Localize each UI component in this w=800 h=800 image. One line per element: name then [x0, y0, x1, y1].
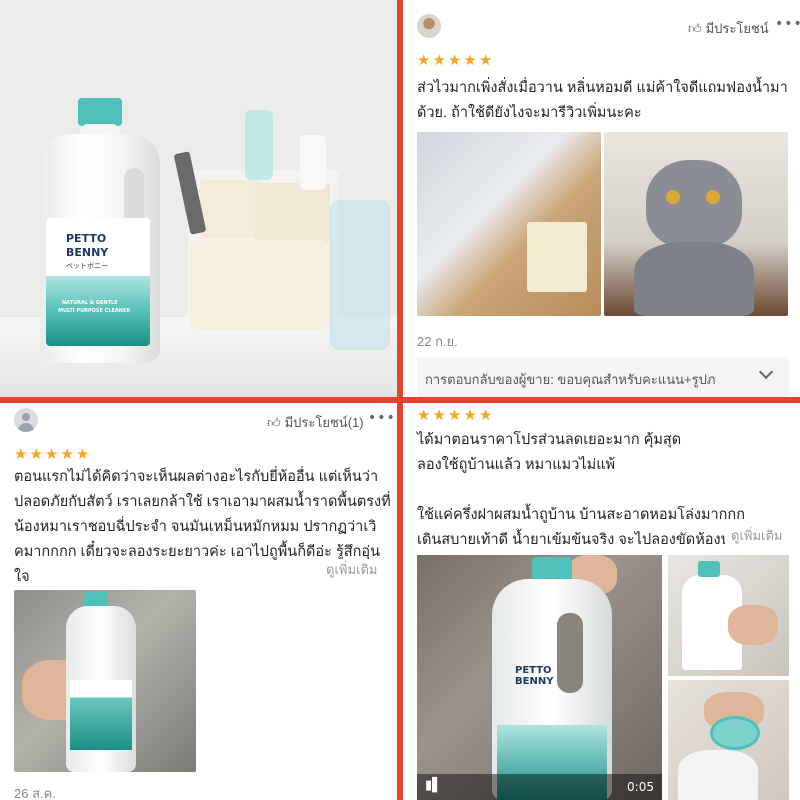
helpful-button[interactable]: 👍︎ มีประโยชน์(1): [267, 412, 364, 433]
star-icon: ★: [60, 445, 74, 463]
more-options-icon[interactable]: •••: [775, 16, 800, 32]
glass-bottle: [330, 200, 390, 350]
star-icon: ★: [417, 51, 431, 69]
star-icon: ★: [478, 406, 493, 424]
star-icon: ★: [14, 445, 28, 463]
review-photo-pouring[interactable]: [668, 555, 789, 676]
video-controls: ▮▌ 0:05: [417, 774, 662, 800]
label-line: MULTI PURPOSE CLEANER: [58, 308, 131, 314]
reviewer-avatar[interactable]: [417, 14, 441, 38]
product-bottle: PETTO BENNY ペットボニー NATURAL & GENTLE MULT…: [40, 98, 160, 363]
star-icon: ★: [432, 406, 446, 424]
helpful-label: มีประโยชน์(1): [284, 415, 364, 430]
review-line: น้องหมาเราชอบฉี่ประจำ จนมันเหม็นหมักหมม …: [14, 519, 377, 535]
spray-bottle: [300, 135, 326, 190]
star-icon: ★: [432, 51, 446, 69]
helpful-label: มีประโยชน์: [705, 21, 769, 36]
review-text: ส่วไวมากเพิ่งสั่งเมื่อวาน หลิ่นหอมดี แม่…: [417, 76, 797, 126]
video-duration: 0:05: [627, 780, 654, 794]
review-photo-cat[interactable]: [604, 132, 788, 316]
more-options-icon[interactable]: •••: [368, 410, 396, 426]
helpful-button[interactable]: 👍︎ มีประโยชน์: [688, 18, 769, 39]
spray-bottle: [245, 110, 273, 180]
review-line: ด้วย. ถ้าใช้ดียังไงจะมารีวิวเพิ่มนะคะ: [417, 105, 642, 121]
chevron-down-icon[interactable]: [758, 364, 774, 380]
brand-name: PETTO: [66, 232, 107, 245]
rating-stars: ★ ★ ★ ★ ★: [417, 53, 492, 68]
review-date: 26 ส.ค.: [14, 786, 56, 800]
star-icon: ★: [463, 51, 477, 69]
seller-reply[interactable]: การตอบกลับของผู้ขาย: ขอบคุณสำหรับคะแนน+ร…: [417, 357, 789, 397]
review-video[interactable]: PETTO BENNY ▮▌ 0:05: [417, 555, 662, 800]
cloth: [190, 240, 330, 330]
seller-reply-text: การตอบกลับของผู้ขาย: ขอบคุณสำหรับคะแนน+ร…: [425, 372, 716, 387]
review-card: 👍︎ มีประโยชน์ ••• ★★★★★ ส่วไวมากเพิ่งสั่…: [403, 0, 800, 397]
star-icon: ★: [44, 445, 59, 463]
sponge: [200, 180, 260, 238]
review-line: [417, 478, 797, 503]
star-icon: ★: [75, 445, 90, 463]
review-line: ลองใช้ถูบ้านแล้ว หมาแมวไม่แพ้: [417, 457, 616, 473]
star-icon: ★: [478, 51, 493, 69]
video-icon: ▮▌: [425, 778, 443, 793]
bottle-label: PETTO BENNY ペットボニー NATURAL & GENTLE MULT…: [46, 218, 150, 346]
see-more-link[interactable]: ดูเพิ่มเติม: [725, 525, 783, 546]
review-line: ตอนแรกไม่ได้คิดว่าจะเห็นผลต่างอะไรกับยี่…: [14, 469, 379, 485]
review-photo-bottle-in-hand[interactable]: [14, 590, 196, 772]
review-line: ปลอดภัยกับสัตว์ เราเลยกล้าใช้ เราเอามาผส…: [14, 494, 391, 510]
sponge: [255, 183, 330, 243]
rating-stars: ★ ★ ★ ★ ★: [14, 447, 89, 462]
thumbs-up-icon: 👍︎: [688, 20, 702, 36]
brand-name: BENNY: [66, 246, 109, 259]
review-line: ได้มาตอนราคาโปรส่วนลดเยอะมาก คุ้มสุด: [417, 432, 682, 448]
product-hero-image: PETTO BENNY ペットボニー NATURAL & GENTLE MULT…: [0, 0, 397, 397]
review-card: ★ ★ ★ ★ ★ ได้มาตอนราคาโปรส่วนลดเยอะมาก คุ้มส…: [403, 403, 800, 800]
star-icon: ★: [417, 406, 431, 424]
review-photo-package[interactable]: [417, 132, 601, 316]
star-icon: ★: [447, 406, 462, 424]
brand-name-jp: ペットボニー: [66, 262, 108, 270]
review-photo-cap[interactable]: [668, 680, 789, 800]
review-line: ส่วไวมากเพิ่งสั่งเมื่อวาน หลิ่นหอมดี แม่…: [417, 80, 788, 96]
star-icon: ★: [463, 406, 477, 424]
star-icon: ★: [447, 51, 462, 69]
label-line: NATURAL & GENTLE: [62, 300, 118, 306]
review-date: 22 ก.ย.: [417, 334, 458, 349]
rating-stars: ★ ★ ★ ★ ★: [417, 408, 492, 423]
see-more-link[interactable]: ดูเพิ่มเติม: [320, 559, 378, 580]
review-card: 👍︎ มีประโยชน์(1) ••• ★ ★ ★ ★ ★ ตอนแรกไม่ได้ค…: [0, 403, 397, 800]
reviewer-avatar[interactable]: [14, 408, 38, 432]
thumbs-up-icon: 👍︎: [267, 414, 281, 430]
star-icon: ★: [29, 445, 43, 463]
